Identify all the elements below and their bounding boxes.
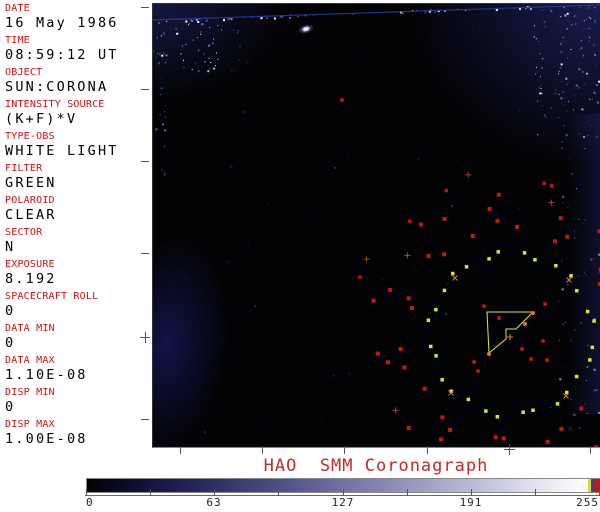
metadata-field: DISP MIN0 [5, 387, 151, 415]
metadata-value: 8.192 [5, 271, 151, 287]
left-axis-tick [141, 253, 149, 254]
metadata-value: N [5, 239, 151, 255]
metadata-value: (K+F)*V [5, 111, 151, 127]
colorbar-tick [214, 489, 215, 496]
bottom-axis-tick [590, 446, 591, 454]
metadata-field: DATA MIN0 [5, 323, 151, 351]
colorbar-tick [278, 489, 279, 496]
bottom-axis-tick [262, 446, 263, 454]
metadata-value: GREEN [5, 175, 151, 191]
metadata-label: SECTOR [5, 227, 151, 239]
metadata-value: 0 [5, 399, 151, 415]
metadata-label: DATE [5, 3, 151, 15]
left-axis-tick [141, 7, 149, 8]
colorbar-tick [535, 489, 536, 496]
colorbar-tick-label: 0 [86, 497, 94, 508]
metadata-field: DATE16 May 1986 [5, 3, 151, 31]
colorbar-tick [407, 489, 408, 496]
metadata-label: EXPOSURE [5, 259, 151, 271]
colorbar-tick [471, 489, 472, 496]
metadata-value: 16 May 1986 [5, 15, 151, 31]
metadata-value: 1.10E-08 [5, 367, 151, 383]
noise-speckles [153, 6, 600, 433]
metadata-field: TIME08:59:12 UT [5, 35, 151, 63]
metadata-panel: DATE16 May 1986 TIME08:59:12 UT OBJECTSU… [0, 0, 151, 512]
metadata-field: OBJECTSUN:CORONA [5, 67, 151, 95]
smm-coronagraph-viewer: DATE16 May 1986 TIME08:59:12 UT OBJECTSU… [0, 0, 600, 512]
colorbar-tick [86, 489, 87, 496]
metadata-label: SPACECRAFT ROLL [5, 291, 151, 303]
metadata-field: FILTERGREEN [5, 163, 151, 191]
left-axis-tick [141, 89, 149, 90]
coronagraph-image [152, 3, 600, 448]
colorbar-tick-label: 63 [206, 497, 221, 508]
bright-spot [298, 23, 314, 34]
metadata-field: SPACECRAFT ROLL0 [5, 291, 151, 319]
metadata-value: WHITE LIGHT [5, 143, 151, 159]
bottom-axis-plus-tick [509, 444, 510, 455]
colorbar-tick-label: 127 [332, 497, 355, 508]
metadata-field: DISP MAX1.00E-08 [5, 419, 151, 447]
metadata-label: FILTER [5, 163, 151, 175]
metadata-value: 0 [5, 303, 151, 319]
bottom-axis-tick [180, 446, 181, 454]
metadata-label: DATA MAX [5, 355, 151, 367]
inner-marker-dots [340, 98, 549, 373]
metadata-label: POLAROID [5, 195, 151, 207]
debris-streak [153, 5, 600, 20]
metadata-value: SUN:CORONA [5, 79, 151, 95]
metadata-label: INTENSITY SOURCE [5, 99, 151, 111]
left-axis-tick [141, 419, 149, 420]
fiducial-rings [358, 172, 600, 447]
metadata-value: CLEAR [5, 207, 151, 223]
left-axis-tick [141, 161, 149, 162]
metadata-label: OBJECT [5, 67, 151, 79]
colorbar-tick-label: 255 [576, 497, 599, 508]
metadata-field: INTENSITY SOURCE(K+F)*V [5, 99, 151, 127]
metadata-value: 1.00E-08 [5, 431, 151, 447]
metadata-label: DATA MIN [5, 323, 151, 335]
colorbar-tick-label: 191 [460, 497, 483, 508]
image-title: HAO SMM Coronagraph [152, 456, 600, 476]
metadata-label: TIME [5, 35, 151, 47]
image-overlay [153, 4, 600, 447]
metadata-field: SECTORN [5, 227, 151, 255]
metadata-field: EXPOSURE8.192 [5, 259, 151, 287]
metadata-label: DISP MAX [5, 419, 151, 431]
colorbar-tick [343, 489, 344, 496]
bottom-axis-tick [427, 446, 428, 454]
left-axis-plus-tick [145, 332, 146, 343]
metadata-field: POLAROIDCLEAR [5, 195, 151, 223]
metadata-value: 0 [5, 335, 151, 351]
metadata-field: TYPE-OBSWHITE LIGHT [5, 131, 151, 159]
metadata-value: 08:59:12 UT [5, 47, 151, 63]
bottom-axis-tick [344, 446, 345, 454]
colorbar-tick [150, 489, 151, 496]
metadata-label: DISP MIN [5, 387, 151, 399]
metadata-label: TYPE-OBS [5, 131, 151, 143]
metadata-field: DATA MAX1.10E-08 [5, 355, 151, 383]
target-polygon [487, 311, 535, 356]
sun-center-cross [507, 334, 513, 340]
